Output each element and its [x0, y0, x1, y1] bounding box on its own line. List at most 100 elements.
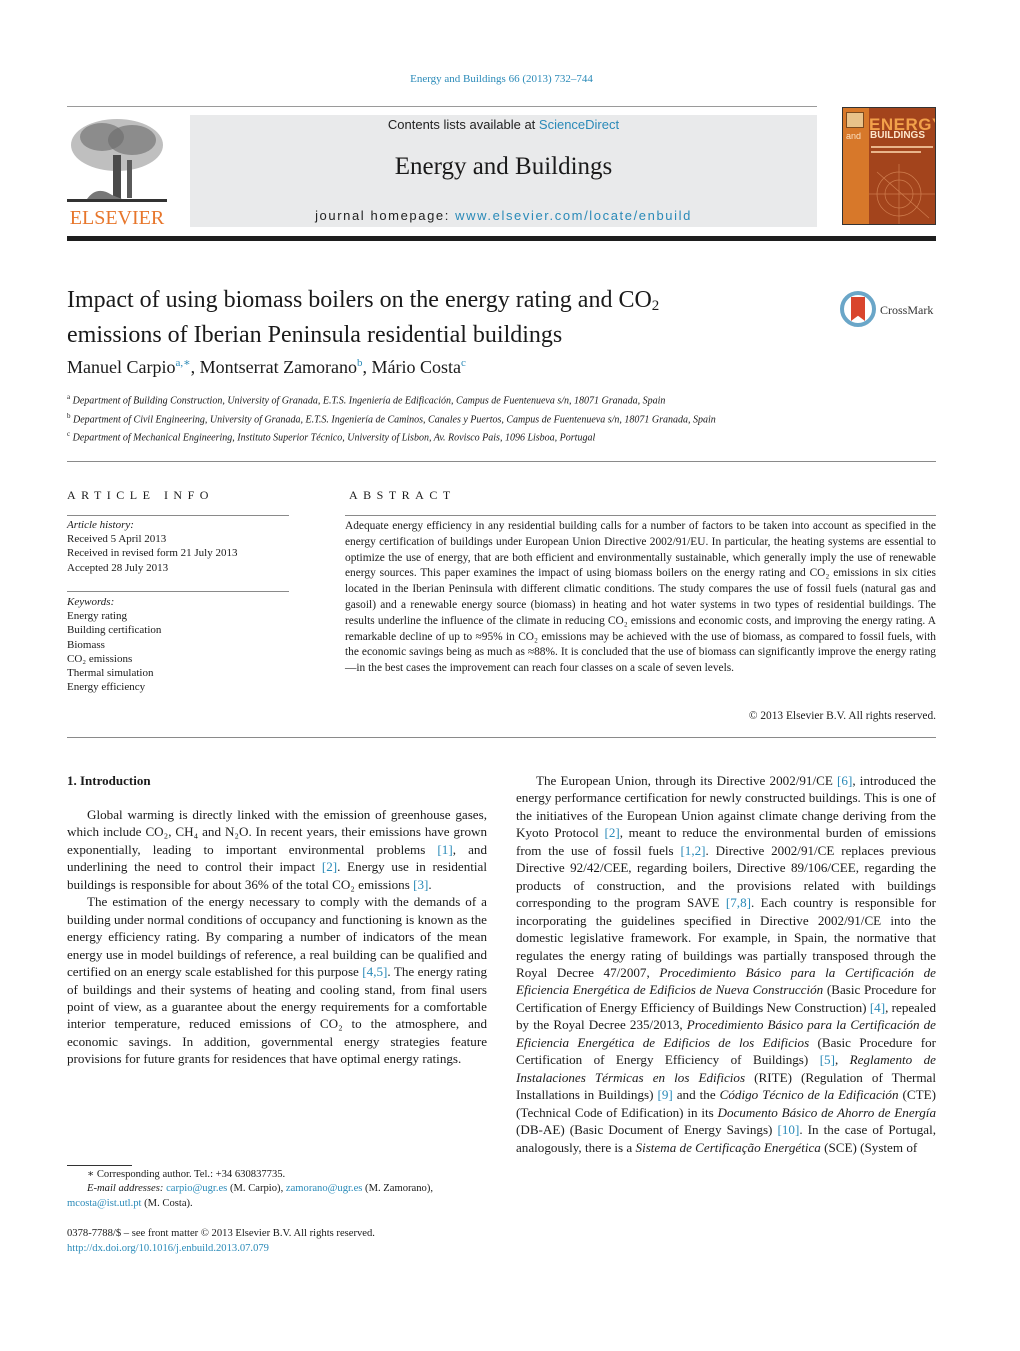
citation-link[interactable]: [9] [657, 1087, 672, 1102]
citation-link[interactable]: [4] [870, 1000, 885, 1015]
homepage-prefix: journal homepage: [315, 208, 456, 223]
author-affiliation-mark[interactable]: a,∗ [175, 357, 190, 369]
body-paragraph: The estimation of the energy necessary t… [67, 893, 487, 1068]
abstract-copyright: © 2013 Elsevier B.V. All rights reserved… [748, 710, 936, 722]
cover-subtitle-line [871, 151, 921, 153]
footnote: ∗ Corresponding author. Tel.: +34 630837… [67, 1168, 487, 1211]
citation-link[interactable]: [2] [322, 859, 337, 874]
affiliation-item: b Department of Civil Engineering, Unive… [67, 409, 827, 428]
affiliation-text: Department of Civil Engineering, Univers… [73, 413, 716, 425]
email-label: E-mail addresses: [87, 1183, 167, 1195]
author-list: Manuel Carpioa,∗, Montserrat Zamoranob, … [67, 357, 466, 377]
history-item: Received 5 April 2013 [67, 533, 167, 546]
body-text: and the [672, 1087, 720, 1103]
email-link[interactable]: zamorano@ugr.es [286, 1183, 363, 1194]
cover-subtitle-line [871, 146, 933, 148]
affiliation-text: Department of Mechanical Engineering, In… [72, 432, 596, 444]
cover-graphic [869, 164, 935, 224]
affiliation-item: c Department of Mechanical Engineering, … [67, 427, 827, 446]
author-affiliation-mark[interactable]: b [357, 357, 363, 369]
elsevier-wordmark: ELSEVIER [69, 207, 165, 229]
email-link[interactable]: carpio@ugr.es [166, 1183, 227, 1194]
keyword-item: Biomass [67, 638, 105, 651]
article-title: Impact of using biomass boilers on the e… [67, 286, 787, 350]
citation-link[interactable]: [4,5] [362, 964, 387, 979]
crossmark-label: CrossMark [880, 303, 934, 317]
affiliation-item: a Department of Building Construction, U… [67, 390, 827, 409]
journal-cover-thumbnail[interactable]: ENERGY and BUILDINGS [842, 107, 936, 225]
issn-block: 0378-7788/$ – see front matter © 2013 El… [67, 1226, 487, 1256]
divider [67, 461, 936, 462]
italic-term: Sistema de Certificação Energética [635, 1139, 821, 1155]
keywords: Keywords: Energy rating Building certifi… [67, 595, 289, 694]
doi-link[interactable]: http://dx.doi.org/10.1016/j.enbuild.2013… [67, 1241, 487, 1256]
divider [67, 515, 289, 516]
body-text: The European Union, through its Directiv… [536, 773, 838, 788]
contents-prefix: Contents lists available at [387, 117, 539, 132]
citation-link[interactable]: [1] [437, 842, 452, 857]
sciencedirect-link[interactable]: ScienceDirect [539, 117, 619, 132]
keyword-item: Energy rating [67, 610, 127, 623]
keyword-item: CO₂ emissions [67, 652, 133, 665]
affiliation-mark: b [67, 411, 71, 420]
section-heading-introduction: 1. Introduction [67, 773, 151, 788]
author-affiliation-mark[interactable]: c [461, 357, 466, 369]
title-subscript: 2 [651, 298, 660, 314]
body-paragraph: Global warming is directly linked with t… [67, 806, 487, 893]
masthead-bottom-rule [67, 236, 936, 241]
affiliation-mark: a [67, 393, 71, 401]
title-line-1: Impact of using biomass boilers on the e… [67, 287, 652, 313]
keywords-label: Keywords: [67, 596, 115, 608]
citation-link[interactable]: [6] [837, 773, 852, 788]
citation-link[interactable]: [10] [778, 1122, 800, 1137]
issn-line: 0378-7788/$ – see front matter © 2013 El… [67, 1228, 375, 1239]
divider [345, 515, 936, 516]
citation-link[interactable]: [3] [413, 877, 428, 892]
cover-title-buildings: BUILDINGS [870, 130, 925, 141]
italic-term: Código Técnico de la Edificación [719, 1087, 899, 1103]
keyword-item: Building certification [67, 624, 162, 637]
body-paragraph: The European Union, through its Directiv… [516, 772, 936, 1156]
author-name[interactable]: Manuel Carpio [67, 357, 175, 377]
body-text: (DB-AE) (Basic Document of Energy Saving… [516, 1122, 778, 1138]
history-item: Accepted 28 July 2013 [67, 561, 169, 574]
affiliation-text: Department of Building Construction, Uni… [72, 395, 666, 407]
author-name[interactable]: Mário Costa [372, 357, 462, 377]
citation-link[interactable]: [2] [604, 825, 619, 840]
body-text: . The energy rating of buildings and the… [67, 964, 487, 1067]
author-name[interactable]: Montserrat Zamorano [200, 357, 357, 377]
citation-link[interactable]: [7,8] [726, 895, 751, 910]
article-info-heading: ARTICLE INFO [67, 488, 214, 502]
article-history: Article history: Received 5 April 2013 R… [67, 518, 289, 575]
body-column-right: The European Union, through its Directiv… [516, 772, 936, 1156]
footnote-rule [67, 1165, 132, 1166]
title-line-2: emissions of Iberian Peninsula residenti… [67, 322, 563, 348]
italic-term: Documento Básico de Ahorro de Energía [717, 1104, 936, 1120]
body-text: Global warming is directly linked with t… [67, 807, 487, 857]
affiliation-mark: c [67, 430, 71, 439]
divider [67, 591, 289, 592]
citation-link[interactable]: [5] [820, 1052, 835, 1067]
email-owner: (M. Costa). [141, 1197, 193, 1209]
article-history-label: Article history: [67, 519, 134, 531]
citation-link[interactable]: [1,2] [680, 843, 705, 858]
body-text: , [834, 1052, 850, 1068]
email-addresses: E-mail addresses: carpio@ugr.es (M. Carp… [67, 1182, 487, 1211]
keyword-item: Thermal simulation [67, 667, 154, 680]
journal-masthead: Contents lists available at ScienceDirec… [190, 115, 817, 227]
email-owner: (M. Zamorano), [362, 1183, 434, 1195]
journal-title: Energy and Buildings [394, 153, 613, 180]
journal-reference[interactable]: Energy and Buildings 66 (2013) 732–744 [0, 73, 1003, 85]
header-divider [67, 106, 817, 107]
body-column-left: Global warming is directly linked with t… [67, 806, 487, 1068]
crossmark-badge[interactable]: CrossMark [840, 291, 940, 329]
affiliations: a Department of Building Construction, U… [67, 390, 827, 446]
abstract-text: Adequate energy efficiency in any reside… [345, 520, 936, 675]
divider [67, 737, 936, 738]
journal-homepage-link[interactable]: www.elsevier.com/locate/enbuild [455, 208, 692, 223]
history-item: Received in revised form 21 July 2013 [67, 547, 238, 560]
email-link[interactable]: mcosta@ist.utl.pt [67, 1198, 142, 1209]
keyword-item: Energy efficiency [67, 681, 146, 694]
email-owner: (M. Carpio), [227, 1183, 286, 1195]
body-text: (SCE) (System of [820, 1139, 918, 1155]
